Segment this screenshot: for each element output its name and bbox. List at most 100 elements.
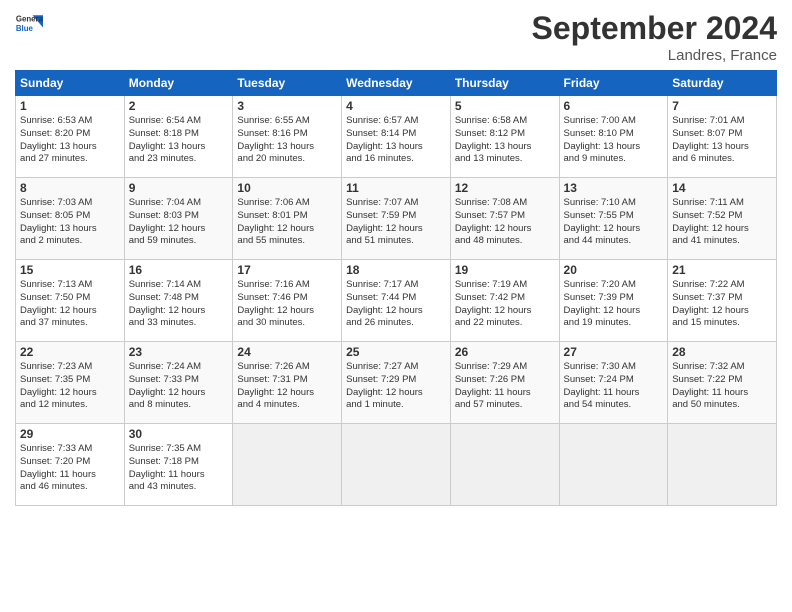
day-number: 11 [346, 181, 446, 195]
day-number: 13 [564, 181, 664, 195]
day-info: Sunrise: 7:01 AM Sunset: 8:07 PM Dayligh… [672, 115, 772, 166]
day-info: Sunrise: 7:24 AM Sunset: 7:33 PM Dayligh… [129, 361, 229, 412]
calendar-cell: 30Sunrise: 7:35 AM Sunset: 7:18 PM Dayli… [124, 424, 233, 506]
calendar-cell: 26 Sunrise: 7:29 AM Sunset: 7:26 PM Dayli… [450, 342, 559, 424]
day-info: Sunrise: 7:14 AM Sunset: 7:48 PM Dayligh… [129, 279, 229, 330]
calendar-cell: 13 Sunrise: 7:10 AM Sunset: 7:55 PM Dayli… [559, 178, 668, 260]
day-number: 20 [564, 263, 664, 277]
calendar-cell: 23 Sunrise: 7:24 AM Sunset: 7:33 PM Dayli… [124, 342, 233, 424]
day-info: Sunrise: 7:00 AM Sunset: 8:10 PM Dayligh… [564, 115, 664, 166]
day-info: Sunrise: 7:29 AM Sunset: 7:26 PM Dayligh… [455, 361, 555, 412]
day-number: 1 [20, 99, 120, 113]
day-number: 2 [129, 99, 229, 113]
day-info: Sunrise: 7:26 AM Sunset: 7:31 PM Dayligh… [237, 361, 337, 412]
calendar-cell: 5Sunrise: 6:58 AM Sunset: 8:12 PM Daylig… [450, 96, 559, 178]
calendar-cell: 19 Sunrise: 7:19 AM Sunset: 7:42 PM Dayli… [450, 260, 559, 342]
calendar-cell [668, 424, 777, 506]
calendar-cell: 3Sunrise: 6:55 AM Sunset: 8:16 PM Daylig… [233, 96, 342, 178]
calendar-cell: 28 Sunrise: 7:32 AM Sunset: 7:22 PM Dayli… [668, 342, 777, 424]
calendar-cell: 12 Sunrise: 7:08 AM Sunset: 7:57 PM Dayli… [450, 178, 559, 260]
day-number: 19 [455, 263, 555, 277]
calendar-week-2: 8 Sunrise: 7:03 AM Sunset: 8:05 PM Daylig… [16, 178, 777, 260]
day-number: 14 [672, 181, 772, 195]
day-info: Sunrise: 7:23 AM Sunset: 7:35 PM Dayligh… [20, 361, 120, 412]
svg-text:Blue: Blue [16, 24, 34, 33]
day-info: Sunrise: 7:22 AM Sunset: 7:37 PM Dayligh… [672, 279, 772, 330]
calendar-cell: 18 Sunrise: 7:17 AM Sunset: 7:44 PM Dayli… [342, 260, 451, 342]
day-info: Sunrise: 7:04 AM Sunset: 8:03 PM Dayligh… [129, 197, 229, 248]
calendar-cell [342, 424, 451, 506]
calendar-cell: 20 Sunrise: 7:20 AM Sunset: 7:39 PM Dayli… [559, 260, 668, 342]
day-info: Sunrise: 7:35 AM Sunset: 7:18 PM Dayligh… [129, 443, 229, 494]
column-header-saturday: Saturday [668, 71, 777, 96]
calendar-cell: 4Sunrise: 6:57 AM Sunset: 8:14 PM Daylig… [342, 96, 451, 178]
calendar-cell: 21 Sunrise: 7:22 AM Sunset: 7:37 PM Dayli… [668, 260, 777, 342]
day-number: 29 [20, 427, 120, 441]
day-number: 27 [564, 345, 664, 359]
calendar-cell: 6 Sunrise: 7:00 AM Sunset: 8:10 PM Daylig… [559, 96, 668, 178]
day-number: 10 [237, 181, 337, 195]
day-info: Sunrise: 7:08 AM Sunset: 7:57 PM Dayligh… [455, 197, 555, 248]
month-title: September 2024 [532, 10, 777, 47]
day-number: 22 [20, 345, 120, 359]
calendar-cell: 15 Sunrise: 7:13 AM Sunset: 7:50 PM Dayli… [16, 260, 125, 342]
day-info: Sunrise: 7:20 AM Sunset: 7:39 PM Dayligh… [564, 279, 664, 330]
day-number: 17 [237, 263, 337, 277]
day-info: Sunrise: 7:33 AM Sunset: 7:20 PM Dayligh… [20, 443, 120, 494]
calendar-cell: 10Sunrise: 7:06 AM Sunset: 8:01 PM Dayli… [233, 178, 342, 260]
day-number: 4 [346, 99, 446, 113]
day-info: Sunrise: 7:32 AM Sunset: 7:22 PM Dayligh… [672, 361, 772, 412]
calendar-cell: 16Sunrise: 7:14 AM Sunset: 7:48 PM Dayli… [124, 260, 233, 342]
calendar-cell [233, 424, 342, 506]
day-info: Sunrise: 7:16 AM Sunset: 7:46 PM Dayligh… [237, 279, 337, 330]
day-number: 26 [455, 345, 555, 359]
day-info: Sunrise: 7:07 AM Sunset: 7:59 PM Dayligh… [346, 197, 446, 248]
calendar-week-3: 15 Sunrise: 7:13 AM Sunset: 7:50 PM Dayli… [16, 260, 777, 342]
calendar-cell: 11 Sunrise: 7:07 AM Sunset: 7:59 PM Dayli… [342, 178, 451, 260]
column-header-monday: Monday [124, 71, 233, 96]
day-number: 21 [672, 263, 772, 277]
day-info: Sunrise: 7:13 AM Sunset: 7:50 PM Dayligh… [20, 279, 120, 330]
day-number: 6 [564, 99, 664, 113]
day-number: 12 [455, 181, 555, 195]
day-info: Sunrise: 6:58 AM Sunset: 8:12 PM Dayligh… [455, 115, 555, 166]
calendar-cell: 2 Sunrise: 6:54 AM Sunset: 8:18 PM Daylig… [124, 96, 233, 178]
day-info: Sunrise: 7:19 AM Sunset: 7:42 PM Dayligh… [455, 279, 555, 330]
column-header-sunday: Sunday [16, 71, 125, 96]
title-block: September 2024 Landres, France [532, 10, 777, 64]
day-number: 7 [672, 99, 772, 113]
day-info: Sunrise: 7:10 AM Sunset: 7:55 PM Dayligh… [564, 197, 664, 248]
day-number: 9 [129, 181, 229, 195]
column-header-friday: Friday [559, 71, 668, 96]
day-info: Sunrise: 6:54 AM Sunset: 8:18 PM Dayligh… [129, 115, 229, 166]
day-info: Sunrise: 7:11 AM Sunset: 7:52 PM Dayligh… [672, 197, 772, 248]
day-info: Sunrise: 7:27 AM Sunset: 7:29 PM Dayligh… [346, 361, 446, 412]
day-number: 28 [672, 345, 772, 359]
day-number: 15 [20, 263, 120, 277]
calendar-cell [450, 424, 559, 506]
svg-text:General: General [16, 14, 43, 23]
calendar-cell: 24 Sunrise: 7:26 AM Sunset: 7:31 PM Dayli… [233, 342, 342, 424]
day-info: Sunrise: 7:03 AM Sunset: 8:05 PM Dayligh… [20, 197, 120, 248]
header: General Blue September 2024 Landres, Fra… [15, 10, 777, 64]
day-number: 8 [20, 181, 120, 195]
column-header-tuesday: Tuesday [233, 71, 342, 96]
calendar-cell: 7 Sunrise: 7:01 AM Sunset: 8:07 PM Daylig… [668, 96, 777, 178]
page-container: General Blue September 2024 Landres, Fra… [0, 0, 792, 516]
calendar-table: SundayMondayTuesdayWednesdayThursdayFrid… [15, 70, 777, 506]
day-info: Sunrise: 7:17 AM Sunset: 7:44 PM Dayligh… [346, 279, 446, 330]
day-number: 18 [346, 263, 446, 277]
calendar-week-4: 22 Sunrise: 7:23 AM Sunset: 7:35 PM Dayli… [16, 342, 777, 424]
logo: General Blue [15, 10, 43, 38]
day-info: Sunrise: 6:55 AM Sunset: 8:16 PM Dayligh… [237, 115, 337, 166]
calendar-cell: 29 Sunrise: 7:33 AM Sunset: 7:20 PM Dayli… [16, 424, 125, 506]
day-number: 24 [237, 345, 337, 359]
calendar-cell: 14 Sunrise: 7:11 AM Sunset: 7:52 PM Dayli… [668, 178, 777, 260]
day-number: 25 [346, 345, 446, 359]
calendar-week-1: 1 Sunrise: 6:53 AM Sunset: 8:20 PM Daylig… [16, 96, 777, 178]
column-header-wednesday: Wednesday [342, 71, 451, 96]
calendar-cell [559, 424, 668, 506]
day-info: Sunrise: 6:53 AM Sunset: 8:20 PM Dayligh… [20, 115, 120, 166]
day-number: 23 [129, 345, 229, 359]
calendar-cell: 8 Sunrise: 7:03 AM Sunset: 8:05 PM Daylig… [16, 178, 125, 260]
